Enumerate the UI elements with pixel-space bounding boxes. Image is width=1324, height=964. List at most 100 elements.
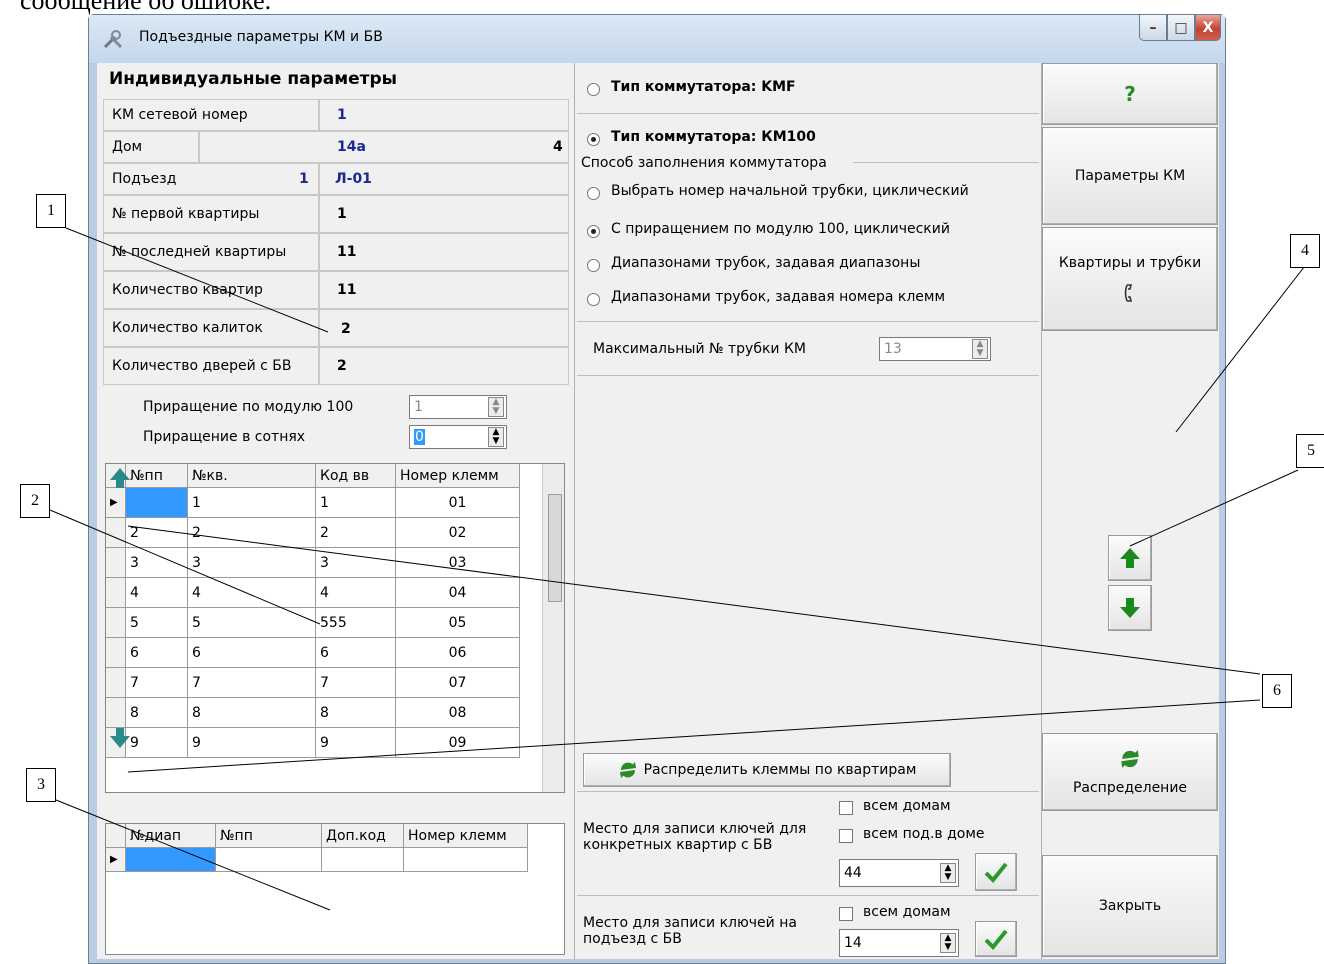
ranges-grid[interactable]: №диап №пп Доп.код Номер клемм ▶ bbox=[105, 823, 565, 955]
table-row[interactable]: 9 9 9 09 bbox=[106, 728, 520, 758]
option-radio[interactable] bbox=[587, 225, 600, 238]
grid-cell[interactable]: 02 bbox=[396, 518, 520, 548]
table-row[interactable]: 7 7 7 07 bbox=[106, 668, 520, 698]
option-label: С приращением по модулю 100, циклический bbox=[611, 221, 950, 237]
row-pointer-icon[interactable]: ▶ bbox=[106, 488, 126, 518]
mod100-spinner[interactable]: 1 ▲ ▼ bbox=[409, 395, 507, 419]
all-entrances-checkbox[interactable] bbox=[839, 829, 853, 843]
all-houses2-checkbox[interactable] bbox=[839, 907, 853, 921]
grid-cell[interactable]: 7 bbox=[188, 668, 316, 698]
km100-radio[interactable] bbox=[587, 133, 600, 146]
keys-flats-spinner[interactable]: 44 ▲ ▼ bbox=[839, 859, 959, 887]
grid-cell[interactable]: 2 bbox=[126, 518, 188, 548]
row-indicator[interactable] bbox=[106, 518, 126, 548]
grid-cell[interactable]: 07 bbox=[396, 668, 520, 698]
grid-cell[interactable]: 9 bbox=[126, 728, 188, 758]
grid-cell[interactable]: 9 bbox=[316, 728, 396, 758]
max-tube-spinner[interactable]: 13 ▲ ▼ bbox=[879, 337, 991, 361]
grid-cell[interactable] bbox=[126, 848, 216, 872]
table-row[interactable]: 3 3 3 03 bbox=[106, 548, 520, 578]
row-indicator[interactable] bbox=[106, 608, 126, 638]
apply-keys-flats-button[interactable] bbox=[975, 853, 1017, 891]
grid-cell[interactable]: 3 bbox=[188, 548, 316, 578]
row-indicator[interactable] bbox=[106, 698, 126, 728]
grid-cell[interactable]: 4 bbox=[126, 578, 188, 608]
spin-arrows-icon[interactable]: ▲ ▼ bbox=[488, 427, 504, 447]
grid-cell[interactable]: 4 bbox=[316, 578, 396, 608]
up-button[interactable] bbox=[1108, 535, 1152, 581]
close-window-button[interactable]: X bbox=[1195, 15, 1221, 41]
keys-entrance-spinner[interactable]: 14 ▲ ▼ bbox=[839, 929, 959, 957]
grid-cell[interactable]: 3 bbox=[126, 548, 188, 578]
table-row[interactable]: ▶ 1 1 1 01 bbox=[106, 488, 520, 518]
hundreds-spinner[interactable]: 0 ▲ ▼ bbox=[409, 425, 507, 449]
minimize-button[interactable]: – bbox=[1139, 15, 1167, 41]
grid-cell[interactable]: 7 bbox=[316, 668, 396, 698]
distribute-terminals-button[interactable]: Распределить клеммы по квартирам bbox=[583, 753, 951, 787]
table-row[interactable]: 8 8 8 08 bbox=[106, 698, 520, 728]
km-params-button[interactable]: Параметры КМ bbox=[1042, 127, 1218, 225]
apply-keys-entrance-button[interactable] bbox=[975, 921, 1017, 957]
grid-cell[interactable]: 9 bbox=[188, 728, 316, 758]
grid-cell[interactable]: 7 bbox=[126, 668, 188, 698]
spin-arrows-icon[interactable]: ▲ ▼ bbox=[940, 863, 956, 883]
table-row[interactable]: 4 4 4 04 bbox=[106, 578, 520, 608]
scrollbar-thumb[interactable] bbox=[548, 494, 562, 602]
grid-cell[interactable]: 05 bbox=[396, 608, 520, 638]
all-houses-checkbox[interactable] bbox=[839, 801, 853, 815]
distribution-button[interactable]: Распределение bbox=[1042, 733, 1218, 811]
grid-cell[interactable]: 1 bbox=[188, 488, 316, 518]
door-count-label: Количество дверей с БВ bbox=[103, 347, 319, 385]
grid-cell[interactable] bbox=[216, 848, 322, 872]
grid-cell[interactable]: 5 bbox=[188, 608, 316, 638]
down-button[interactable] bbox=[1108, 585, 1152, 631]
grid-cell[interactable]: 06 bbox=[396, 638, 520, 668]
grid-cell[interactable]: 1 bbox=[126, 488, 188, 518]
grid-cell[interactable]: 3 bbox=[316, 548, 396, 578]
distribution-label: Распределение bbox=[1072, 780, 1188, 796]
option-radio[interactable] bbox=[587, 187, 600, 200]
move-up-icon[interactable] bbox=[108, 466, 132, 490]
row-indicator[interactable] bbox=[106, 578, 126, 608]
option-radio[interactable] bbox=[587, 293, 600, 306]
grid-cell[interactable]: 6 bbox=[316, 638, 396, 668]
grid-cell[interactable] bbox=[404, 848, 528, 872]
grid-cell[interactable]: 09 bbox=[396, 728, 520, 758]
checkmark-icon bbox=[984, 929, 1008, 950]
row-indicator[interactable] bbox=[106, 668, 126, 698]
grid-cell[interactable]: 6 bbox=[126, 638, 188, 668]
spin-arrows-icon[interactable]: ▲ ▼ bbox=[940, 933, 956, 953]
grid-cell[interactable]: 8 bbox=[188, 698, 316, 728]
flats-grid[interactable]: №пп №кв. Код вв Номер клемм ▶ 1 1 1 01 2 2 2 02 3… bbox=[105, 463, 565, 793]
grid-cell[interactable]: 2 bbox=[188, 518, 316, 548]
grid-cell[interactable]: 5 bbox=[126, 608, 188, 638]
spin-arrows-icon[interactable]: ▲ ▼ bbox=[972, 339, 988, 359]
grid-cell[interactable]: 4 bbox=[188, 578, 316, 608]
flats-tubes-button[interactable]: Квартиры и трубки bbox=[1042, 227, 1218, 331]
grid-cell[interactable]: 8 bbox=[126, 698, 188, 728]
grid-cell[interactable]: 6 bbox=[188, 638, 316, 668]
help-button[interactable]: ? bbox=[1042, 63, 1218, 125]
grid-scrollbar[interactable] bbox=[542, 464, 564, 792]
grid-cell[interactable]: 8 bbox=[316, 698, 396, 728]
grid-cell[interactable] bbox=[322, 848, 404, 872]
grid-cell[interactable]: 2 bbox=[316, 518, 396, 548]
grid-cell[interactable]: 1 bbox=[316, 488, 396, 518]
close-button[interactable]: Закрыть bbox=[1042, 855, 1218, 957]
kmf-radio[interactable] bbox=[587, 83, 600, 96]
grid-cell[interactable]: 04 bbox=[396, 578, 520, 608]
grid-cell[interactable]: 555 bbox=[316, 608, 396, 638]
grid-cell[interactable]: 08 bbox=[396, 698, 520, 728]
grid-cell[interactable]: 03 bbox=[396, 548, 520, 578]
table-row[interactable]: 2 2 2 02 bbox=[106, 518, 520, 548]
row-indicator[interactable] bbox=[106, 638, 126, 668]
row-indicator[interactable] bbox=[106, 548, 126, 578]
spin-arrows-icon[interactable]: ▲ ▼ bbox=[488, 397, 504, 417]
table-row[interactable]: 5 5 555 05 bbox=[106, 608, 520, 638]
grid-cell[interactable]: 01 bbox=[396, 488, 520, 518]
maximize-button[interactable]: □ bbox=[1167, 15, 1195, 41]
option-radio[interactable] bbox=[587, 259, 600, 272]
move-down-icon[interactable] bbox=[108, 726, 132, 750]
table-row[interactable]: 6 6 6 06 bbox=[106, 638, 520, 668]
table-row[interactable]: ▶ bbox=[106, 848, 528, 872]
